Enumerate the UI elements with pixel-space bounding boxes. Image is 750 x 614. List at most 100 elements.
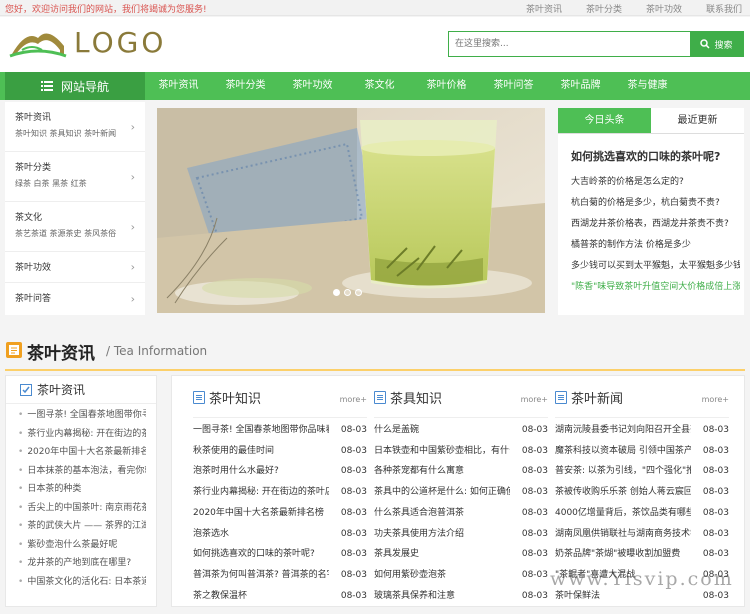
article-row[interactable]: 一图寻茶! 全国春茶地图带你品味春茶 08-03: [193, 420, 367, 441]
side-menu-item[interactable]: 茶叶分类 绿茶 白茶 黑茶 红茶 ›: [5, 152, 145, 202]
article-title[interactable]: 普安茶: 以茶为引线，"四个强化"推动茶产业: [555, 461, 691, 482]
article-title[interactable]: 玻璃茶具保养和注意: [374, 586, 510, 607]
article-title[interactable]: 功夫茶具使用方法介绍: [374, 524, 510, 545]
banner-slider[interactable]: [157, 108, 545, 313]
article-title[interactable]: 奶茶品牌"茶煳"被曝收割加盟费: [555, 544, 691, 565]
article-title[interactable]: 魔茶科技以资本破局 引领中国茶产业发展: [555, 441, 691, 462]
article-row[interactable]: 普洱茶为何叫普洱茶? 普洱茶的名字由来 08-03: [193, 565, 367, 586]
list-item[interactable]: 舌尖上的中国茶叶: 南京雨花茶: [18, 499, 146, 518]
banner-dot[interactable]: [355, 289, 362, 296]
article-row[interactable]: 泡茶时用什么水最好? 08-03: [193, 461, 367, 482]
more-link[interactable]: more+: [521, 395, 548, 404]
top-link-tea-news[interactable]: 茶叶资讯: [526, 2, 562, 15]
article-row[interactable]: 各种茶宠都有什么寓意 08-03: [374, 461, 548, 482]
article-row[interactable]: 泡茶选水 08-03: [193, 524, 367, 545]
top-link-tea-effect[interactable]: 茶叶功效: [646, 2, 682, 15]
more-link[interactable]: more+: [340, 395, 367, 404]
list-item[interactable]: 中国茶文化的活化石: 日本茶道: [18, 573, 146, 592]
article-row[interactable]: 茶具中的公道杯是什么: 如何正确使用 08-03: [374, 482, 548, 503]
top-link-tea-category[interactable]: 茶叶分类: [586, 2, 622, 15]
nav-item-tea-news[interactable]: 茶叶资讯: [145, 72, 212, 100]
article-row[interactable]: 功夫茶具使用方法介绍 08-03: [374, 524, 548, 545]
article-title[interactable]: 秋茶使用的最佳时间: [193, 441, 329, 462]
tab-recent-updates[interactable]: 最近更新: [651, 108, 744, 133]
article-row[interactable]: 4000亿增量背后，茶饮品类有哪些新机会 08-03: [555, 503, 729, 524]
article-row[interactable]: 日本铁壶和中国紫砂壶相比，有什么区别 08-03: [374, 441, 548, 462]
side-menu-item[interactable]: 茶叶问答 ›: [5, 283, 145, 314]
article-title[interactable]: 茶具中的公道杯是什么: 如何正确使用: [374, 482, 510, 503]
nav-item-tea-price[interactable]: 茶叶价格: [413, 72, 480, 100]
article-row[interactable]: 秋茶使用的最佳时间 08-03: [193, 441, 367, 462]
list-item[interactable]: 龙井茶的产地到底在哪里?: [18, 554, 146, 573]
headline-item[interactable]: 大吉岭茶的价格是怎么定的?: [571, 172, 740, 193]
nav-item-tea-qa[interactable]: 茶叶问答: [480, 72, 547, 100]
article-title[interactable]: 一图寻茶! 全国春茶地图带你品味春茶: [193, 420, 329, 441]
side-menu-subs[interactable]: 茶叶知识 茶具知识 茶叶新闻: [15, 128, 135, 139]
article-row[interactable]: 茶行业内幕揭秘: 开在街边的茶叶店 08-03: [193, 482, 367, 503]
article-row[interactable]: 茶被传收购乐乐茶 创始人蒋云宸回应 08-03: [555, 482, 729, 503]
article-title[interactable]: 普洱茶为何叫普洱茶? 普洱茶的名字由来: [193, 565, 329, 586]
nav-item-tea-category[interactable]: 茶叶分类: [212, 72, 279, 100]
article-title[interactable]: 如何用紫砂壶泡茶: [374, 565, 510, 586]
headline-item[interactable]: 多少钱可以买到太平猴魁，太平猴魁多少钱一斤: [571, 256, 740, 277]
more-link[interactable]: more+: [702, 395, 729, 404]
article-title[interactable]: 湖南沅陵县委书记刘向阳召开全县茶业发展会: [555, 420, 691, 441]
article-row[interactable]: 湖南凤凰供销联社与湖南商务技术学院合作 08-03: [555, 524, 729, 545]
side-menu-item[interactable]: 茶文化 茶艺茶道 茶源茶史 茶风茶俗 ›: [5, 202, 145, 252]
side-menu-subs[interactable]: 绿茶 白茶 黑茶 红茶: [15, 178, 135, 189]
article-row[interactable]: 什么是盖碗 08-03: [374, 420, 548, 441]
article-title[interactable]: 什么是盖碗: [374, 420, 510, 441]
article-row[interactable]: 2020年中国十大名茶最新排名榜 08-03: [193, 503, 367, 524]
article-row[interactable]: 什么茶具适合泡普洱茶 08-03: [374, 503, 548, 524]
article-row[interactable]: 茶之教保温杯 08-03: [193, 586, 367, 607]
article-row[interactable]: 茶具发展史 08-03: [374, 544, 548, 565]
article-title[interactable]: 泡茶时用什么水最好?: [193, 461, 329, 482]
article-title[interactable]: 茶被传收购乐乐茶 创始人蒋云宸回应: [555, 482, 691, 503]
side-menu-item[interactable]: 茶叶功效 ›: [5, 252, 145, 283]
list-item[interactable]: 茶行业内幕揭秘: 开在街边的茶叶店: [18, 425, 146, 444]
side-menu-subs[interactable]: 茶艺茶道 茶源茶史 茶风茶俗: [15, 228, 135, 239]
article-title[interactable]: 泡茶选水: [193, 524, 329, 545]
headline-item[interactable]: "陈香"味导致茶叶升值空间大价格成倍上涨: [571, 277, 740, 298]
article-row[interactable]: 湖南沅陵县委书记刘向阳召开全县茶业发展会 08-03: [555, 420, 729, 441]
site-logo[interactable]: LOGO: [8, 24, 166, 60]
tab-today-headlines[interactable]: 今日头条: [558, 108, 651, 133]
list-item[interactable]: 日本抹茶的基本泡法，看完你就会了: [18, 462, 146, 481]
banner-dot[interactable]: [333, 289, 340, 296]
headline-item[interactable]: 西湖龙井茶价格表，西湖龙井茶贵不贵?: [571, 214, 740, 235]
list-item[interactable]: 紫砂壶泡什么茶最好呢: [18, 536, 146, 555]
side-menu-item[interactable]: 茶叶资讯 茶叶知识 茶具知识 茶叶新闻 ›: [5, 102, 145, 152]
article-row[interactable]: 普安茶: 以茶为引线，"四个强化"推动茶产业 08-03: [555, 461, 729, 482]
banner-dot[interactable]: [344, 289, 351, 296]
top-link-contact[interactable]: 联系我们: [706, 2, 742, 15]
headline-item[interactable]: 杭白菊的价格是多少，杭白菊贵不贵?: [571, 193, 740, 214]
article-title[interactable]: 如何挑选喜欢的口味的茶叶呢?: [193, 544, 329, 565]
nav-item-tea-culture[interactable]: 茶文化: [346, 72, 413, 100]
list-item[interactable]: 茶的武侠大片 —— 茶界的江湖: [18, 517, 146, 536]
nav-item-tea-effect[interactable]: 茶叶功效: [279, 72, 346, 100]
article-title[interactable]: 什么茶具适合泡普洱茶: [374, 503, 510, 524]
search-button[interactable]: 搜索: [690, 32, 743, 56]
article-title[interactable]: 日本铁壶和中国紫砂壶相比，有什么区别: [374, 441, 510, 462]
article-title[interactable]: 茶具发展史: [374, 544, 510, 565]
nav-item-tea-health[interactable]: 茶与健康: [614, 72, 681, 100]
article-title[interactable]: 茶行业内幕揭秘: 开在街边的茶叶店: [193, 482, 329, 503]
article-row[interactable]: 玻璃茶具保养和注意 08-03: [374, 586, 548, 607]
headline-item[interactable]: 橘普茶的制作方法 价格是多少: [571, 235, 740, 256]
list-item[interactable]: 2020年中国十大名茶最新排名榜: [18, 443, 146, 462]
article-title[interactable]: 4000亿增量背后，茶饮品类有哪些新机会: [555, 503, 691, 524]
article-row[interactable]: 如何用紫砂壶泡茶 08-03: [374, 565, 548, 586]
nav-item-tea-brand[interactable]: 茶叶品牌: [547, 72, 614, 100]
list-item[interactable]: 一图寻茶! 全国春茶地图带你寻茶: [18, 406, 146, 425]
article-row[interactable]: 魔茶科技以资本破局 引领中国茶产业发展 08-03: [555, 441, 729, 462]
nav-site-guide[interactable]: 网站导航: [5, 72, 145, 100]
article-title[interactable]: 茶之教保温杯: [193, 586, 329, 607]
headline-title[interactable]: 如何挑选喜欢的口味的茶叶呢?: [571, 148, 744, 164]
article-title[interactable]: 湖南凤凰供销联社与湖南商务技术学院合作: [555, 524, 691, 545]
article-title[interactable]: 2020年中国十大名茶最新排名榜: [193, 503, 329, 524]
article-title[interactable]: 各种茶宠都有什么寓意: [374, 461, 510, 482]
search-input[interactable]: [449, 32, 691, 56]
article-row[interactable]: 奶茶品牌"茶煳"被曝收割加盟费 08-03: [555, 544, 729, 565]
article-row[interactable]: 如何挑选喜欢的口味的茶叶呢? 08-03: [193, 544, 367, 565]
list-item[interactable]: 日本茶的种类: [18, 480, 146, 499]
